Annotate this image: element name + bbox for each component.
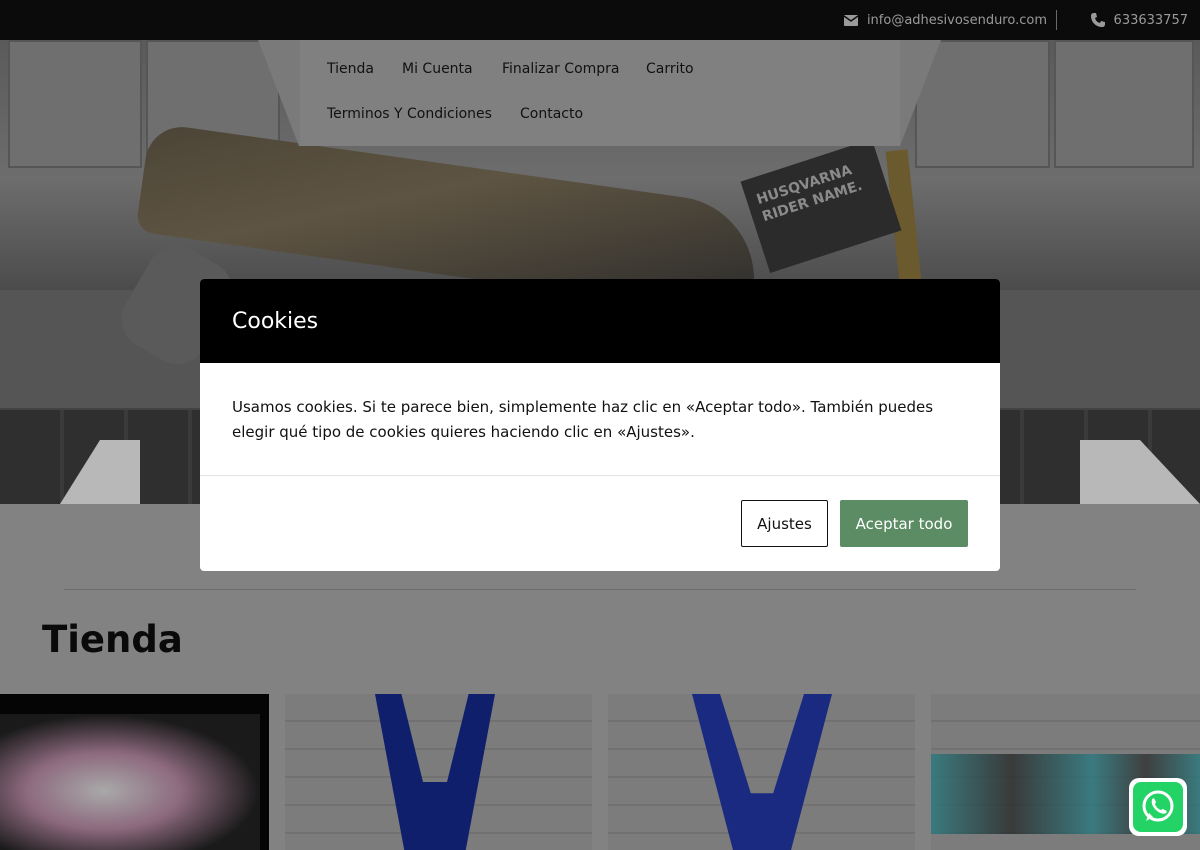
nav-item-finalizar-compra[interactable]: Finalizar Compra	[502, 61, 620, 77]
main-nav: Tienda Mi Cuenta Finalizar Compra Carrit…	[300, 40, 900, 146]
accept-all-button[interactable]: Aceptar todo	[840, 500, 968, 547]
phone-link[interactable]: 633633757	[1090, 0, 1188, 40]
product-card[interactable]	[285, 694, 592, 850]
whatsapp-button[interactable]	[1129, 778, 1187, 836]
product-image	[375, 694, 495, 850]
garage-cabinet	[1054, 40, 1194, 168]
email-link[interactable]: info@adhesivosenduro.com	[843, 0, 1047, 40]
product-card[interactable]	[0, 694, 269, 850]
top-bar: info@adhesivosenduro.com 633633757	[0, 0, 1200, 40]
envelope-icon	[843, 14, 858, 26]
garage-cabinet	[915, 40, 1050, 168]
nav-item-tienda[interactable]: Tienda	[327, 61, 374, 77]
product-card[interactable]	[608, 694, 915, 850]
nav-item-carrito[interactable]: Carrito	[646, 61, 694, 77]
phone-icon	[1090, 13, 1105, 27]
cookie-settings-button[interactable]: Ajustes	[741, 500, 828, 547]
nav-item-terminos[interactable]: Terminos Y Condiciones	[327, 106, 492, 122]
cookie-dialog-title: Cookies	[232, 308, 319, 334]
whatsapp-icon	[1142, 790, 1174, 822]
garage-cabinet	[8, 40, 142, 168]
topbar-separator	[1056, 10, 1057, 30]
whatsapp-badge	[1133, 782, 1183, 832]
cookie-dialog: Cookies Usamos cookies. Si te parece bie…	[200, 279, 1000, 571]
number-plate: HUSQVARNA RIDER NAME.	[740, 139, 902, 273]
product-image	[692, 694, 832, 850]
phone-text: 633633757	[1113, 12, 1188, 28]
divider	[64, 589, 1136, 590]
shop-title: Tienda	[42, 618, 183, 661]
nav-item-contacto[interactable]: Contacto	[520, 106, 583, 122]
email-text: info@adhesivosenduro.com	[866, 12, 1047, 28]
cookie-dialog-footer: Ajustes Aceptar todo	[200, 476, 1000, 571]
cookie-dialog-header: Cookies	[200, 279, 1000, 363]
product-image	[0, 714, 260, 850]
nav-item-mi-cuenta[interactable]: Mi Cuenta	[402, 61, 473, 77]
cookie-dialog-text: Usamos cookies. Si te parece bien, simpl…	[232, 398, 934, 441]
